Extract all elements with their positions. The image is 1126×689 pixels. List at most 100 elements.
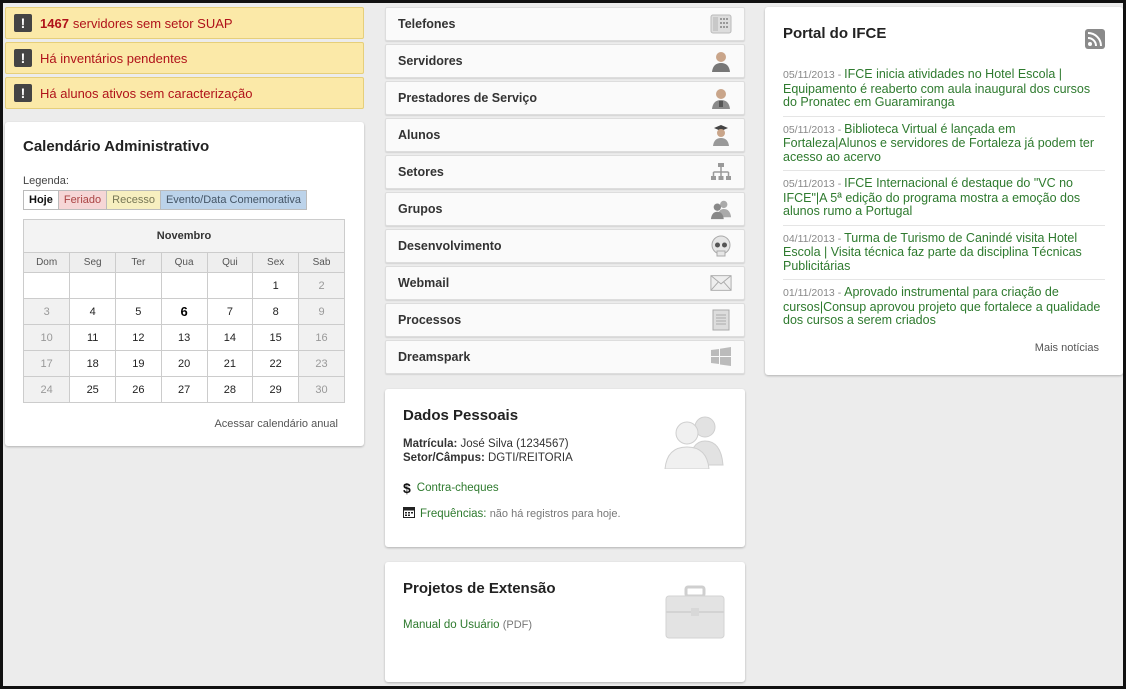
calendar-day[interactable]: 1	[252, 272, 300, 299]
menu-item-servidores[interactable]: Servidores	[385, 44, 745, 78]
news-item[interactable]: 05/11/2013 - IFCE Internacional é destaq…	[783, 171, 1105, 226]
calendar-day[interactable]: 29	[252, 376, 300, 403]
manual-link[interactable]: Manual do Usuário	[403, 619, 500, 631]
news-date: 05/11/2013	[783, 69, 835, 81]
rss-icon[interactable]	[1085, 29, 1105, 52]
org-chart-icon	[710, 161, 732, 183]
calendar-day[interactable]: 28	[206, 376, 254, 403]
news-separator: -	[834, 287, 845, 299]
menu-item-desenvolvimento[interactable]: Desenvolvimento	[385, 229, 745, 263]
legend-title: Legenda:	[23, 175, 69, 187]
calendar-day[interactable]: 12	[115, 324, 162, 351]
calendar-day[interactable]: 19	[115, 350, 162, 377]
calendar-box: Calendário Administrativo Legenda: Hoje …	[5, 122, 364, 446]
weekday-row: Dom Seg Ter Qua Qui Sex Sab	[22, 252, 345, 273]
frequencias-link[interactable]: Frequências:	[420, 508, 486, 520]
user-icon	[710, 50, 732, 72]
phone-icon	[710, 13, 732, 35]
menu-item-processos[interactable]: Processos	[385, 303, 745, 337]
calendar-day[interactable]: 11	[69, 324, 117, 351]
contra-cheques-row[interactable]: $ Contra-cheques	[403, 480, 727, 496]
menu-item-webmail[interactable]: Webmail	[385, 266, 745, 300]
weekday: Seg	[69, 252, 117, 273]
right-column: Portal do IFCE 05/11/2013 - IFCE inicia …	[765, 7, 1123, 375]
calendar-day[interactable]: 7	[206, 298, 254, 325]
menu-item-grupos[interactable]: Grupos	[385, 192, 745, 226]
annual-calendar-link[interactable]: Acessar calendário anual	[23, 418, 346, 430]
news-item[interactable]: 05/11/2013 - IFCE inicia atividades no H…	[783, 62, 1105, 117]
legend: Hoje Feriado Recesso Evento/Data Comemor…	[23, 190, 346, 210]
calendar-day[interactable]: 3	[22, 298, 71, 325]
calendar-day[interactable]: 5	[115, 298, 162, 325]
calendar-day[interactable]: 16	[298, 324, 345, 351]
briefcase-icon	[665, 584, 725, 643]
setor-label: Setor/Câmpus:	[403, 452, 485, 464]
news-date: 05/11/2013	[783, 178, 835, 190]
legend-holiday: Feriado	[57, 190, 108, 210]
calendar-day[interactable]: 25	[69, 376, 117, 403]
calendar-day[interactable]: 27	[160, 376, 208, 403]
legend-recess: Recesso	[106, 190, 161, 210]
weekday: Qua	[160, 252, 208, 273]
calendar-day[interactable]: 6	[160, 298, 208, 325]
news-item[interactable]: 01/11/2013 - Aprovado instrumental para …	[783, 280, 1105, 334]
weekday: Ter	[115, 252, 162, 273]
calendar-day[interactable]: 18	[69, 350, 117, 377]
news-date: 01/11/2013	[783, 287, 835, 299]
calendar-empty-cell	[69, 272, 117, 299]
calendar-day[interactable]: 2	[298, 272, 345, 299]
contra-cheques-link[interactable]: Contra-cheques	[417, 482, 499, 494]
alert-text: Há alunos ativos sem caracterização	[40, 85, 253, 101]
quick-menu: Telefones Servidores Prestadores de Serviç…	[385, 7, 745, 374]
calendar-day[interactable]: 24	[22, 376, 71, 403]
middle-column: Telefones Servidores Prestadores de Serviç…	[385, 7, 745, 682]
mail-icon	[710, 272, 732, 294]
manual-suffix: (PDF)	[502, 619, 533, 631]
calendar-day[interactable]: 23	[298, 350, 345, 377]
calendar-day[interactable]: 21	[206, 350, 254, 377]
group-icon	[710, 198, 732, 220]
calendar-day[interactable]: 15	[252, 324, 300, 351]
menu-item-label: Alunos	[398, 128, 441, 142]
calendar-icon	[403, 506, 415, 521]
menu-item-label: Grupos	[398, 202, 443, 216]
calendar-day[interactable]: 9	[298, 298, 345, 325]
calendar-table: Novembro Dom Seg Ter Qua Qui Sex Sab 123…	[22, 219, 345, 403]
alert-servidores[interactable]: ! 1467 servidores sem setor SUAP	[5, 7, 364, 39]
menu-item-prestadores-de-servi-o[interactable]: Prestadores de Serviço	[385, 81, 745, 115]
calendar-day[interactable]: 17	[22, 350, 71, 377]
weekday: Dom	[22, 252, 71, 273]
worker-icon	[710, 87, 732, 109]
dollar-icon: $	[403, 480, 411, 496]
news-item[interactable]: 05/11/2013 - Biblioteca Virtual é lançad…	[783, 117, 1105, 171]
news-separator: -	[834, 178, 845, 190]
calendar-day[interactable]: 20	[160, 350, 208, 377]
menu-item-dreamspark[interactable]: Dreamspark	[385, 340, 745, 374]
calendar-day[interactable]: 8	[252, 298, 300, 325]
weekday: Sex	[252, 252, 300, 273]
calendar-day[interactable]: 30	[298, 376, 345, 403]
student-icon	[710, 124, 732, 146]
menu-item-label: Servidores	[398, 54, 463, 68]
calendar-day[interactable]: 14	[206, 324, 254, 351]
menu-item-setores[interactable]: Setores	[385, 155, 745, 189]
alert-alunos[interactable]: ! Há alunos ativos sem caracterização	[5, 77, 364, 109]
news-item[interactable]: 04/11/2013 - Turma de Turismo de Canindé…	[783, 226, 1105, 280]
news-separator: -	[834, 69, 845, 81]
calendar-day[interactable]: 22	[252, 350, 300, 377]
menu-item-telefones[interactable]: Telefones	[385, 7, 745, 41]
calendar-day[interactable]: 13	[160, 324, 208, 351]
calendar-day[interactable]: 10	[22, 324, 71, 351]
calendar-day[interactable]: 4	[69, 298, 117, 325]
calendar-day[interactable]: 26	[115, 376, 162, 403]
legend-today: Hoje	[23, 190, 59, 210]
alert-inventarios[interactable]: ! Há inventários pendentes	[5, 42, 364, 74]
news-date: 05/11/2013	[783, 123, 835, 136]
calendar-title: Calendário Administrativo	[23, 138, 210, 155]
calendar-empty-cell	[115, 272, 162, 299]
calendar-empty-cell	[206, 272, 254, 299]
menu-item-alunos[interactable]: Alunos	[385, 118, 745, 152]
menu-item-label: Setores	[398, 165, 444, 179]
calendar-week: 12	[22, 272, 345, 299]
more-news-link[interactable]: Mais notícias	[783, 342, 1105, 354]
